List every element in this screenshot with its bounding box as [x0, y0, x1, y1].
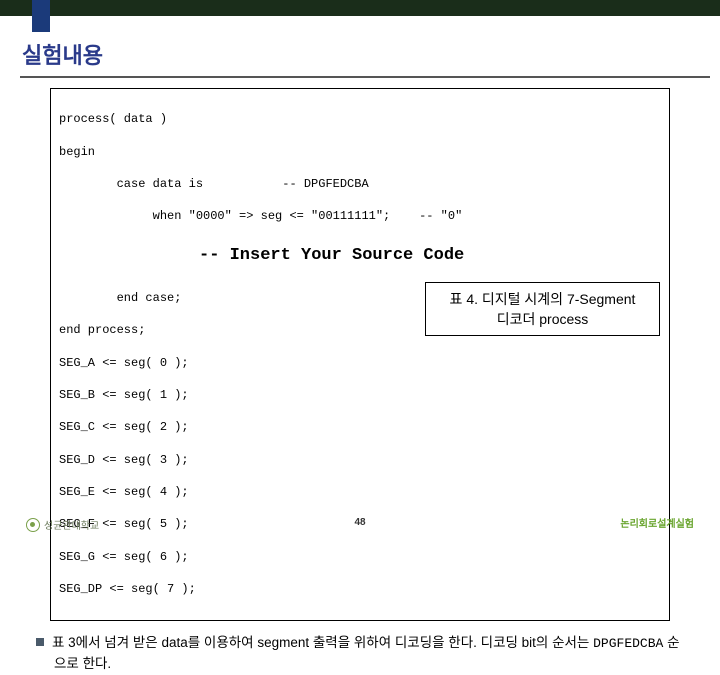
- top-bar: [0, 0, 720, 16]
- bullet-icon: [36, 638, 44, 646]
- code-line: SEG_B <= seg( 1 );: [59, 387, 661, 403]
- code-line: SEG_E <= seg( 4 );: [59, 484, 661, 500]
- bullet-text-pre: 표 3에서 넘겨 받은 data를 이용하여 segment 출력을 위하여 디…: [52, 635, 593, 650]
- code-comment: -- DPGFEDCBA: [282, 177, 368, 191]
- code-line: SEG_A <= seg( 0 );: [59, 355, 661, 371]
- code-fragment: when "0000" => seg <= "00111111";: [59, 209, 390, 223]
- code-line: SEG_D <= seg( 3 );: [59, 452, 661, 468]
- bullet-mono: DPGFEDCBA: [593, 636, 663, 651]
- code-block: process( data ) begin case data is -- DP…: [50, 88, 670, 621]
- figure-caption: 표 4. 디지털 시계의 7-Segment 디코더 process: [425, 282, 660, 336]
- code-line: SEG_DP <= seg( 7 );: [59, 581, 661, 597]
- code-line: case data is -- DPGFEDCBA: [59, 176, 661, 192]
- code-line: SEG_C <= seg( 2 );: [59, 419, 661, 435]
- page-title: 실험내용: [0, 16, 720, 74]
- caption-line: 디코더 process: [434, 309, 651, 329]
- code-line: SEG_G <= seg( 6 );: [59, 549, 661, 565]
- footer: 성균관대학교 48 논리회로설계실험: [0, 508, 720, 532]
- code-line: when "0000" => seg <= "00111111"; -- "0": [59, 208, 661, 224]
- title-underline: [20, 76, 710, 78]
- bullet-paragraph: 표 3에서 넘겨 받은 data를 이용하여 segment 출력을 위하여 디…: [36, 633, 684, 675]
- code-line: process( data ): [59, 111, 661, 127]
- code-comment: -- "0": [419, 209, 462, 223]
- page-number: 48: [0, 517, 720, 528]
- insert-comment: -- Insert Your Source Code: [59, 245, 661, 268]
- caption-line: 표 4. 디지털 시계의 7-Segment: [434, 289, 651, 309]
- code-fragment: case data is: [59, 177, 203, 191]
- code-line: begin: [59, 144, 661, 160]
- footer-right-text: 논리회로설계실험: [620, 515, 694, 530]
